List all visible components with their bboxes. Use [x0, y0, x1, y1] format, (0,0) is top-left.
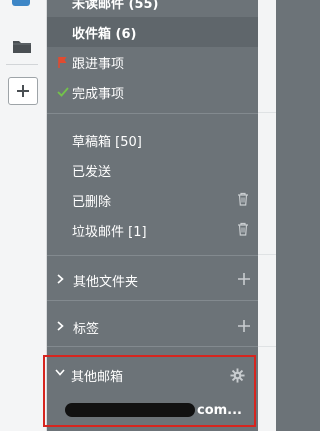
- folder-inbox[interactable]: 收件箱 (6): [47, 17, 258, 47]
- folder-drafts[interactable]: 草稿箱 [50]: [47, 125, 258, 155]
- folder-icon[interactable]: [8, 33, 36, 59]
- app-icon[interactable]: [12, 0, 30, 6]
- divider: [47, 255, 258, 256]
- divider: [47, 113, 258, 114]
- check-icon: [56, 84, 70, 100]
- gear-icon[interactable]: [230, 368, 245, 383]
- add-icon[interactable]: [8, 77, 38, 105]
- account-item[interactable]: com...: [65, 401, 242, 419]
- other-mailboxes-header[interactable]: 其他邮箱: [49, 365, 249, 385]
- chevron-right-icon: [57, 274, 64, 287]
- folder-deleted[interactable]: 已删除: [47, 185, 258, 215]
- folder-junk[interactable]: 垃圾邮件 [1]: [47, 215, 258, 245]
- folder-done-label: 完成事项: [72, 86, 125, 102]
- chevron-down-icon: [55, 368, 65, 379]
- divider: [47, 300, 258, 301]
- folder-followup-label: 跟进事项: [72, 56, 125, 72]
- group-tags[interactable]: 标签: [47, 312, 258, 342]
- chevron-right-icon: [57, 321, 64, 334]
- other-mailboxes-section: 其他邮箱 com...: [43, 355, 256, 427]
- flag-icon: [56, 54, 70, 70]
- trash-icon[interactable]: [237, 222, 251, 238]
- folder-sent-label: 已发送: [72, 164, 112, 180]
- other-mailboxes-label: 其他邮箱: [71, 369, 124, 385]
- add-folder-icon[interactable]: [236, 271, 252, 287]
- rail-divider: [6, 64, 38, 65]
- folder-sent[interactable]: 已发送: [47, 155, 258, 185]
- folder-unread[interactable]: 未读邮件 (55): [47, 0, 258, 17]
- folder-drafts-label: 草稿箱 [50]: [72, 134, 142, 150]
- account-suffix: com...: [197, 402, 242, 418]
- message-list-edge: [258, 0, 276, 431]
- redacted-email: [65, 403, 195, 417]
- folder-junk-label: 垃圾邮件 [1]: [72, 224, 147, 240]
- group-other-folders[interactable]: 其他文件夹: [47, 265, 258, 295]
- group-other-folders-label: 其他文件夹: [73, 274, 139, 290]
- folder-inbox-label: 收件箱 (6): [72, 26, 137, 42]
- group-tags-label: 标签: [73, 321, 100, 337]
- add-tag-icon[interactable]: [236, 318, 252, 334]
- divider: [47, 346, 258, 347]
- left-rail: [0, 0, 47, 431]
- folder-deleted-label: 已删除: [72, 194, 112, 210]
- trash-icon[interactable]: [237, 192, 251, 208]
- folder-done[interactable]: 完成事项: [47, 77, 258, 107]
- folder-unread-label: 未读邮件 (55): [72, 0, 159, 12]
- folder-followup[interactable]: 跟进事项: [47, 47, 258, 77]
